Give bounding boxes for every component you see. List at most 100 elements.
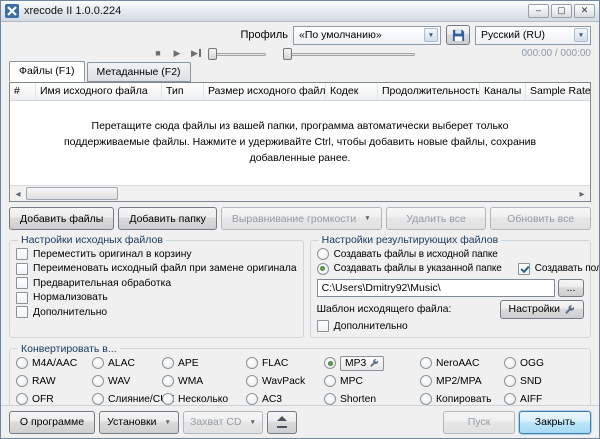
save-profile-button[interactable] (446, 25, 470, 45)
checkbox-rename-original[interactable]: Переименовать исходный файл при замене о… (16, 262, 297, 277)
profile-select[interactable]: «По умолчанию» ▼ (293, 26, 441, 45)
next-button[interactable]: ▶ (189, 47, 203, 60)
wrench-icon (564, 304, 575, 315)
radio-icon (420, 357, 432, 369)
about-button[interactable]: О программе (9, 411, 95, 434)
window-title: xrecode II 1.0.0.224 (24, 5, 121, 17)
volume-slider[interactable] (208, 48, 266, 60)
start-label: Пуск (468, 416, 491, 428)
format-option-m4a-aac[interactable]: M4A/AAC (16, 356, 92, 371)
settings-button[interactable]: Установки ▼ (99, 411, 179, 434)
radio-output-source-folder[interactable]: Создавать файлы в исходной папке (317, 247, 584, 262)
column-header-size[interactable]: Размер исходного файла (204, 83, 326, 100)
wrench-icon (369, 358, 379, 368)
column-header-codec[interactable]: Кодек (326, 83, 378, 100)
cd-capture-button[interactable]: Захват CD ▼ (183, 411, 263, 434)
close-window-button[interactable]: ✕ (574, 4, 595, 18)
scroll-right-arrow-icon[interactable]: ▶ (574, 186, 590, 201)
remove-all-button[interactable]: Удалить все (386, 207, 487, 230)
checkbox-normalize[interactable]: Нормализовать (16, 291, 297, 306)
remove-all-label: Удалить все (406, 213, 466, 225)
radio-icon (162, 393, 174, 405)
format-settings-button[interactable]: MP3 (340, 356, 384, 371)
radio-icon (246, 393, 258, 405)
add-files-button[interactable]: Добавить файлы (9, 207, 114, 230)
checkbox-move-to-trash[interactable]: Переместить оригинал в корзину (16, 247, 297, 262)
browse-folder-button[interactable]: ... (558, 279, 584, 297)
column-header-samplerate[interactable]: Sample Rate (526, 83, 590, 100)
chevron-down-icon: ▼ (424, 28, 438, 42)
chevron-down-icon: ▼ (574, 28, 588, 42)
output-settings-group: Настройки результирующих файлов Создават… (310, 234, 591, 338)
drop-zone[interactable]: Перетащите сюда файлы из вашей папки, пр… (10, 101, 590, 185)
scrollbar-track[interactable] (118, 186, 574, 201)
format-option-mpc[interactable]: MPC (324, 374, 420, 389)
add-folder-button[interactable]: Добавить папку (118, 207, 217, 230)
template-settings-button[interactable]: Настройки (500, 300, 585, 319)
source-settings-group: Настройки исходных файлов Переместить ор… (9, 234, 304, 338)
radio-icon (504, 375, 516, 387)
format-label: MPC (340, 376, 363, 387)
column-header-index[interactable]: # (10, 83, 36, 100)
format-option-neroaac[interactable]: NeroAAC (420, 356, 504, 371)
position-slider[interactable] (283, 48, 415, 60)
format-option-flac[interactable]: FLAC (246, 356, 324, 371)
format-option-wma[interactable]: WMA (162, 374, 246, 389)
settings-label: Настройки (509, 303, 561, 315)
play-button[interactable]: ▶ (170, 47, 184, 60)
checkbox-label: Создавать полный исходный путь (535, 263, 600, 274)
format-option-alac[interactable]: ALAC (92, 356, 162, 371)
format-option-mp2-mpa[interactable]: MP2/MPA (420, 374, 504, 389)
format-option-raw[interactable]: RAW (16, 374, 92, 389)
format-label: NeroAAC (436, 358, 480, 369)
tab-strip: Файлы (F1) Метаданные (F2) (9, 62, 591, 82)
scroll-left-arrow-icon[interactable]: ◀ (10, 186, 26, 201)
language-select[interactable]: Русский (RU) ▼ (475, 26, 591, 45)
slider-thumb[interactable] (208, 48, 217, 60)
radio-label: Создавать файлы в указанной папке (334, 263, 502, 274)
format-label: Несколько (178, 394, 228, 405)
tab-metadata[interactable]: Метаданные (F2) (87, 62, 191, 82)
format-label: M4A/AAC (32, 358, 77, 369)
column-header-filename[interactable]: Имя исходного файла (36, 83, 162, 100)
format-label: FLAC (262, 358, 288, 369)
column-header-duration[interactable]: Продолжительность (378, 83, 480, 100)
output-path-input[interactable] (317, 279, 555, 297)
radio-icon (504, 357, 516, 369)
radio-icon (324, 393, 336, 405)
close-button[interactable]: Закрыть (519, 411, 591, 434)
refresh-all-button[interactable]: Обновить все (490, 207, 591, 230)
radio-icon (92, 357, 104, 369)
stop-button[interactable]: ■ (151, 47, 165, 60)
slider-thumb[interactable] (283, 48, 292, 60)
scrollbar-thumb[interactable] (26, 187, 118, 200)
format-option-wavpack[interactable]: WavPack (246, 374, 324, 389)
minimize-button[interactable]: – (528, 4, 549, 18)
format-option-ape[interactable]: APE (162, 356, 246, 371)
column-header-type[interactable]: Тип (162, 83, 204, 100)
format-option-ogg[interactable]: OGG (504, 356, 584, 371)
volume-align-button[interactable]: Выравнивание громкости ▼ (221, 207, 382, 230)
eject-button[interactable] (267, 411, 297, 434)
checkbox-icon (317, 320, 329, 332)
format-option-wav[interactable]: WAV (92, 374, 162, 389)
checkbox-preprocessing[interactable]: Предварительная обработка (16, 276, 297, 291)
format-option-mp3[interactable]: MP3 (324, 356, 420, 371)
checkbox-label: Переименовать исходный файл при замене о… (33, 263, 297, 274)
radio-icon (16, 393, 28, 405)
radio-output-custom-folder[interactable]: Создавать файлы в указанной папке (317, 262, 502, 277)
column-header-channels[interactable]: Каналы (480, 83, 526, 100)
horizontal-scrollbar[interactable]: ◀ ▶ (10, 185, 590, 201)
maximize-button[interactable]: ▢ (551, 4, 572, 18)
checkbox-output-advanced[interactable]: Дополнительно (317, 319, 584, 334)
radio-icon (504, 393, 516, 405)
tab-files[interactable]: Файлы (F1) (9, 61, 85, 82)
radio-icon (420, 393, 432, 405)
checkbox-full-source-path[interactable]: Создавать полный исходный путь (518, 262, 600, 277)
format-label: WavPack (262, 376, 305, 387)
checkbox-source-advanced[interactable]: Дополнительно (16, 305, 297, 320)
format-option-snd[interactable]: SND (504, 374, 584, 389)
table-header: # Имя исходного файла Тип Размер исходно… (10, 83, 590, 101)
checkbox-icon (518, 263, 530, 275)
start-button[interactable]: Пуск (443, 411, 515, 434)
